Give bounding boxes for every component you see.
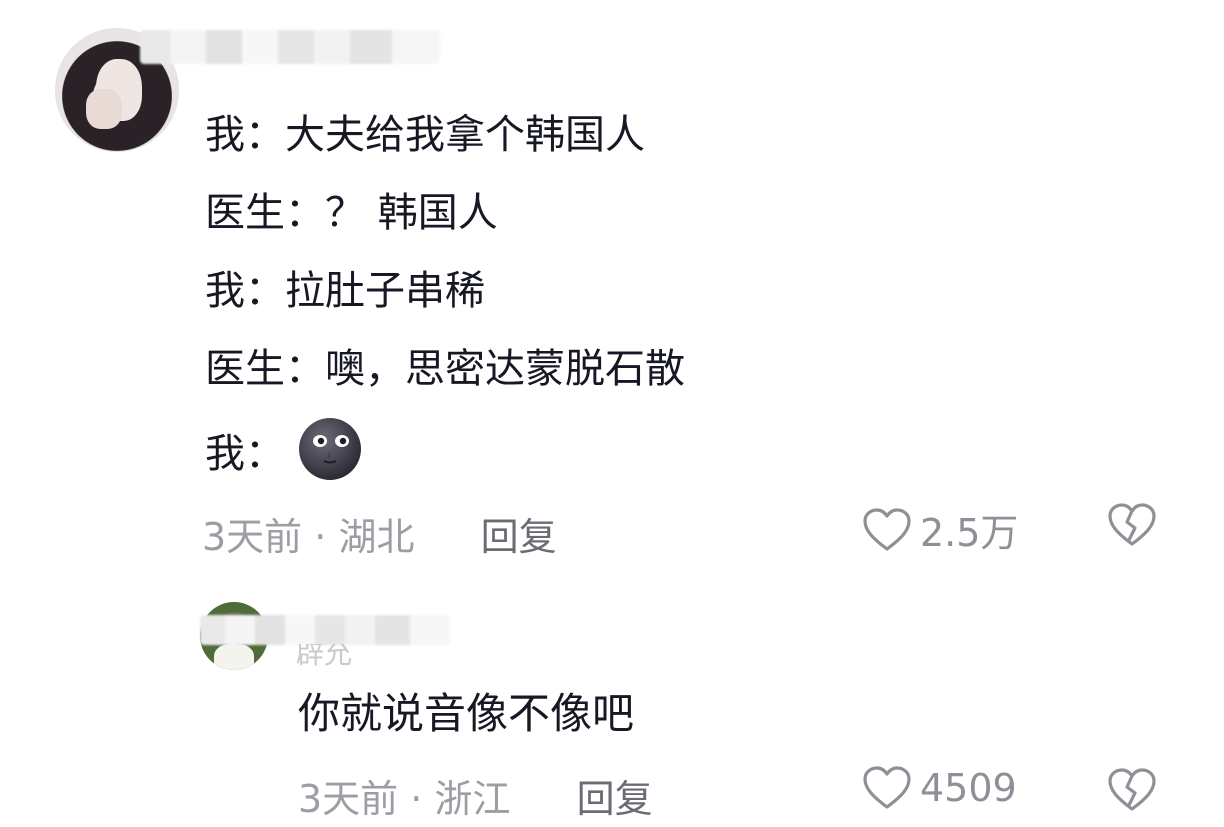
heart-icon: [863, 766, 911, 809]
comment-line: 医生：噢，思密达蒙脱石散: [205, 339, 685, 417]
reply-button[interactable]: 回复: [577, 777, 653, 821]
timestamp: 3天前: [298, 777, 399, 821]
speaker-label: 医生：: [205, 346, 325, 392]
like-count: 2.5万: [920, 511, 1019, 555]
reply-comment-text: 你就说音像不像吧: [298, 689, 635, 738]
speaker-label: 我：: [205, 268, 285, 314]
comment-line: 我：拉肚子串稀: [205, 261, 685, 339]
blurred-username[interactable]: [140, 30, 440, 64]
location: 湖北: [338, 515, 415, 559]
avatar-hand: [86, 89, 122, 129]
avatar-figure: [214, 644, 254, 670]
comment-line: 医生：？ 韩国人: [205, 183, 685, 261]
line-text: 噢，思密达蒙脱石散: [325, 346, 685, 392]
dislike-button[interactable]: [1106, 502, 1158, 552]
like-button[interactable]: 4509: [862, 765, 1017, 811]
line-text: 大夫给我拿个韩国人: [285, 112, 645, 158]
broken-heart-icon: [1108, 503, 1156, 546]
location: 浙江: [434, 777, 511, 821]
reply-button[interactable]: 回复: [481, 515, 557, 559]
comment-meta: 3天前 · 浙江 回复: [298, 768, 653, 823]
new-moon-face-icon: [298, 417, 362, 481]
separator: ·: [314, 515, 327, 559]
broken-heart-icon: [1108, 768, 1156, 811]
heart-icon: [863, 507, 911, 551]
like-count: 4509: [920, 766, 1017, 810]
line-text: 拉肚子串稀: [285, 268, 485, 314]
comment-meta: 3天前 · 湖北 回复: [202, 506, 557, 561]
timestamp: 3天前: [202, 515, 303, 559]
line-text: ？ 韩国人: [325, 190, 498, 236]
dislike-button[interactable]: [1106, 767, 1158, 817]
comment-line: 我：大夫给我拿个韩国人: [205, 105, 685, 183]
like-button[interactable]: 2.5万: [862, 502, 1018, 557]
speaker-label: 我：: [205, 431, 285, 477]
comment-line: 我：: [205, 417, 685, 495]
blurred-username[interactable]: [200, 615, 450, 645]
separator: ·: [410, 777, 423, 821]
speaker-label: 医生：: [205, 190, 325, 236]
speaker-label: 我：: [205, 112, 285, 158]
comment-body: 我：大夫给我拿个韩国人 医生：？ 韩国人 我：拉肚子串稀 医生：噢，思密达蒙脱石…: [205, 105, 685, 495]
